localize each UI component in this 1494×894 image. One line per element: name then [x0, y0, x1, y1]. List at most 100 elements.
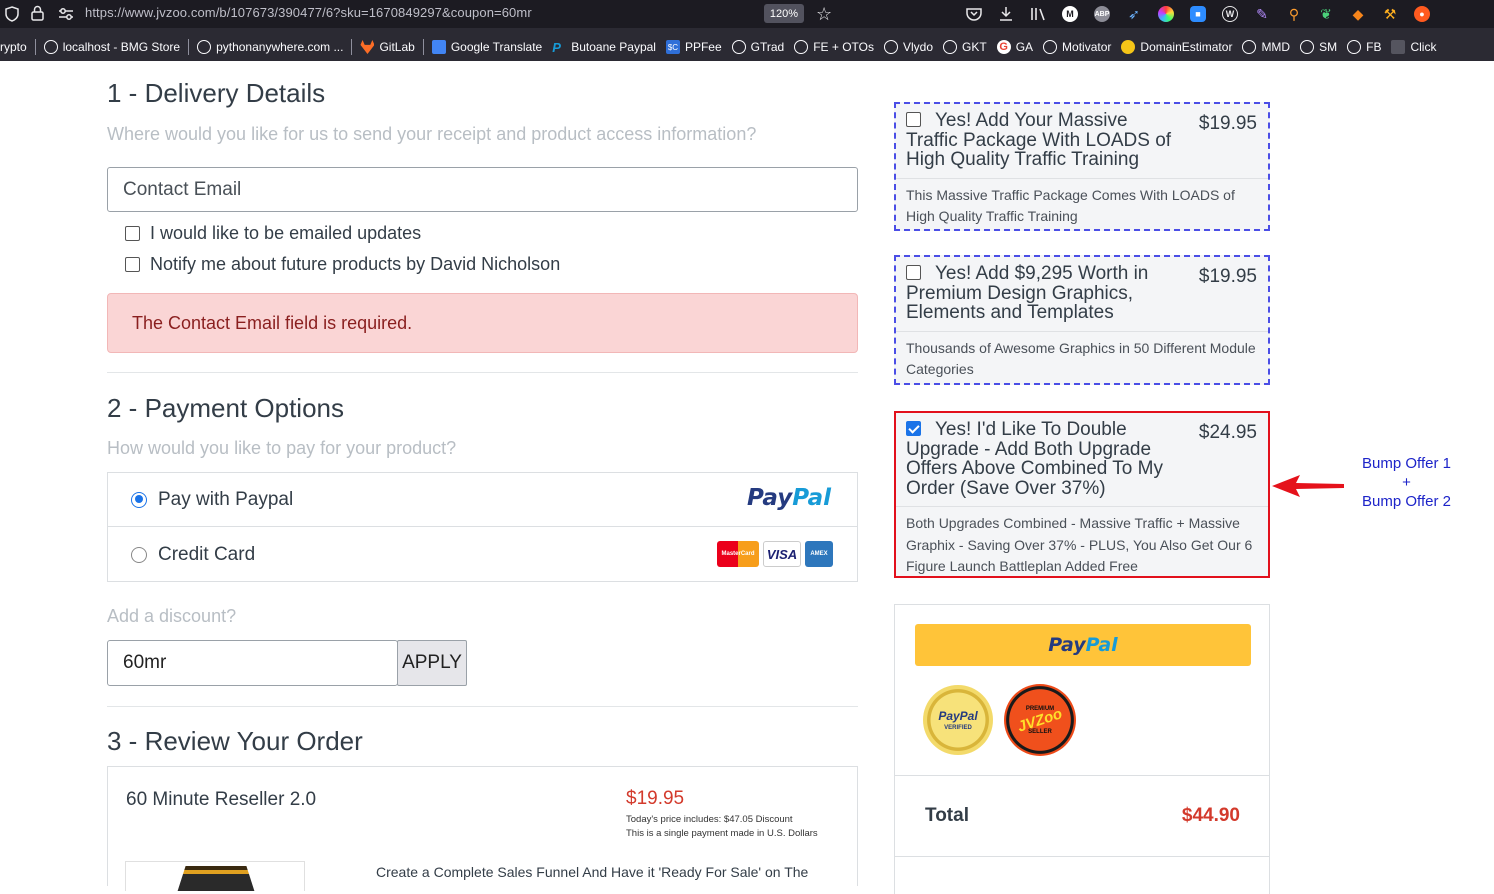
- price-note-discount: Today's price includes: $47.05 Discount: [626, 814, 793, 825]
- bookmark-item[interactable]: Click: [1386, 36, 1441, 58]
- bump-offer-2-header[interactable]: Yes! Add $9,295 Worth in Premium Design …: [896, 257, 1268, 332]
- domain-estimator-icon: [1121, 40, 1136, 54]
- price-note-currency: This is a single payment made in U.S. Do…: [626, 828, 818, 839]
- extension-shovel-icon[interactable]: ⚒: [1374, 0, 1406, 28]
- paypal-logo: PayPal: [747, 485, 831, 511]
- bookmark-item[interactable]: rypto: [0, 36, 32, 58]
- bookmark-item[interactable]: localhost - BMG Store: [39, 36, 185, 58]
- credit-card-radio[interactable]: [131, 547, 147, 563]
- bump-offer-2-price: $19.95: [1198, 266, 1257, 287]
- product-box-art: [176, 866, 256, 891]
- extension-color-icon[interactable]: [1150, 0, 1182, 28]
- lock-icon[interactable]: [31, 5, 44, 21]
- gitlab-icon: [360, 40, 375, 54]
- bookmark-item[interactable]: GTrad: [727, 36, 790, 58]
- email-required-alert: The Contact Email field is required.: [107, 293, 858, 353]
- notify-products-option[interactable]: Notify me about future products by David…: [125, 254, 560, 275]
- download-icon[interactable]: [990, 0, 1022, 28]
- seal-paypal-text: PayPal: [938, 709, 978, 723]
- apply-discount-button[interactable]: APPLY: [397, 640, 467, 686]
- bookmark-item[interactable]: DomainEstimator: [1116, 36, 1237, 58]
- bookmark-item[interactable]: FB: [1342, 36, 1386, 58]
- extension-w-icon[interactable]: W: [1214, 0, 1246, 28]
- pocket-icon[interactable]: [958, 0, 990, 28]
- notify-products-label: Notify me about future products by David…: [150, 254, 561, 274]
- bookmark-item[interactable]: Motivator: [1038, 36, 1116, 58]
- seal-verified-text: VERIFIED: [944, 725, 972, 731]
- bump-offer-1-header[interactable]: Yes! Add Your Massive Traffic Package Wi…: [896, 104, 1268, 179]
- extension-feather-icon[interactable]: ✎: [1246, 0, 1278, 28]
- bump-offer-3[interactable]: Yes! I'd Like To Double Upgrade - Add Bo…: [894, 411, 1270, 578]
- contact-email-placeholder: Contact Email: [123, 178, 242, 200]
- globe-icon: [1300, 40, 1315, 54]
- bookmark-item[interactable]: $C PPFee: [661, 36, 727, 58]
- product-image: [125, 861, 305, 891]
- discount-input[interactable]: 60mr: [107, 640, 398, 686]
- extension-m-icon[interactable]: M: [1054, 0, 1086, 28]
- extension-key-icon[interactable]: ⚲: [1278, 0, 1310, 28]
- delivery-title: 1 - Delivery Details: [107, 78, 326, 108]
- bookmark-item[interactable]: G GA: [992, 36, 1038, 58]
- annotation-text: Bump Offer 1 + Bump Offer 2: [1349, 454, 1464, 511]
- bookmark-item[interactable]: pythonanywhere.com ...: [192, 36, 348, 58]
- bump-offer-3-header[interactable]: Yes! I'd Like To Double Upgrade - Add Bo…: [896, 413, 1268, 507]
- pay-with-paypal-option[interactable]: Pay with Paypal PayPal: [108, 473, 857, 527]
- extension-arrow-icon[interactable]: ➶: [1118, 0, 1150, 28]
- bump-offer-3-price: $24.95: [1198, 422, 1257, 443]
- paypal-checkout-button[interactable]: PayPal: [915, 624, 1251, 666]
- adblock-icon[interactable]: ABP: [1086, 0, 1118, 28]
- bump-offer-1[interactable]: Yes! Add Your Massive Traffic Package Wi…: [894, 102, 1270, 231]
- bump-offer-3-checkbox[interactable]: [906, 421, 921, 436]
- bump-offer-1-description: This Massive Traffic Package Comes With …: [906, 186, 1235, 225]
- bookmark-item[interactable]: GKT: [938, 36, 992, 58]
- payment-subtitle: How would you like to pay for your produ…: [107, 438, 457, 458]
- bump-offer-2[interactable]: Yes! Add $9,295 Worth in Premium Design …: [894, 255, 1270, 385]
- bookmark-item[interactable]: P Butoane Paypal: [547, 36, 661, 58]
- bump-offer-2-description: Thousands of Awesome Graphics in 50 Diff…: [906, 339, 1256, 378]
- globe-icon: [731, 40, 746, 54]
- product-description: Create a Complete Sales Funnel And Have …: [376, 864, 809, 880]
- bump-offer-1-price: $19.95: [1198, 113, 1257, 134]
- permissions-icon[interactable]: [58, 7, 74, 21]
- browser-toolbar: https://www.jvzoo.com/b/107673/390477/6?…: [0, 0, 1494, 28]
- amex-icon: AMEX: [805, 541, 833, 567]
- email-updates-option[interactable]: I would like to be emailed updates: [125, 223, 421, 244]
- ppfee-icon: $C: [665, 40, 680, 54]
- bump-offer-1-checkbox[interactable]: [906, 112, 921, 127]
- visa-icon: VISA: [763, 541, 801, 567]
- zoom-level-badge[interactable]: 120%: [764, 4, 804, 23]
- bookmark-item[interactable]: GitLab: [355, 36, 419, 58]
- globe-icon: [1043, 40, 1058, 54]
- extension-leaf-icon[interactable]: ❦: [1310, 0, 1342, 28]
- bookmark-item[interactable]: SM: [1295, 36, 1342, 58]
- bump-offer-3-description: Both Upgrades Combined - Massive Traffic…: [906, 515, 1253, 574]
- bookmark-star-icon[interactable]: ☆: [816, 4, 832, 25]
- bookmark-item[interactable]: MMD: [1237, 36, 1295, 58]
- bookmark-item[interactable]: Google Translate: [427, 36, 547, 58]
- extension-camera-icon[interactable]: ■: [1182, 0, 1214, 28]
- bookmark-item[interactable]: FE + OTOs: [789, 36, 879, 58]
- bookmark-item[interactable]: Vlydo: [879, 36, 938, 58]
- bump-offer-2-checkbox[interactable]: [906, 265, 921, 280]
- paypal-radio[interactable]: [131, 491, 147, 508]
- email-updates-checkbox[interactable]: [125, 226, 140, 241]
- metamask-icon[interactable]: ◆: [1342, 0, 1374, 28]
- section-divider: [107, 706, 858, 707]
- bump-offer-3-title: Yes! I'd Like To Double Upgrade - Add Bo…: [906, 419, 1163, 499]
- library-icon[interactable]: [1022, 0, 1054, 28]
- extension-orange-icon[interactable]: ●: [1406, 0, 1438, 28]
- section-divider: [107, 372, 858, 373]
- card-logos: MasterCard VISA AMEX: [713, 541, 833, 567]
- payment-options-box: Pay with Paypal PayPal Credit Card Maste…: [107, 472, 858, 582]
- total-label: Total: [925, 805, 969, 826]
- globe-icon: [943, 40, 958, 54]
- credit-card-option[interactable]: Credit Card MasterCard VISA AMEX: [108, 528, 857, 582]
- order-summary-box: 60 Minute Reseller 2.0 $19.95 Today's pr…: [107, 766, 858, 891]
- bookmark-separator: [351, 39, 353, 55]
- shield-icon[interactable]: [5, 6, 19, 22]
- notify-products-checkbox[interactable]: [125, 257, 140, 272]
- annotation-line-3: Bump Offer 2: [1362, 493, 1451, 510]
- paypal-option-label: Pay with Paypal: [158, 488, 294, 510]
- contact-email-input[interactable]: Contact Email: [107, 167, 858, 212]
- url-text[interactable]: https://www.jvzoo.com/b/107673/390477/6?…: [85, 5, 532, 20]
